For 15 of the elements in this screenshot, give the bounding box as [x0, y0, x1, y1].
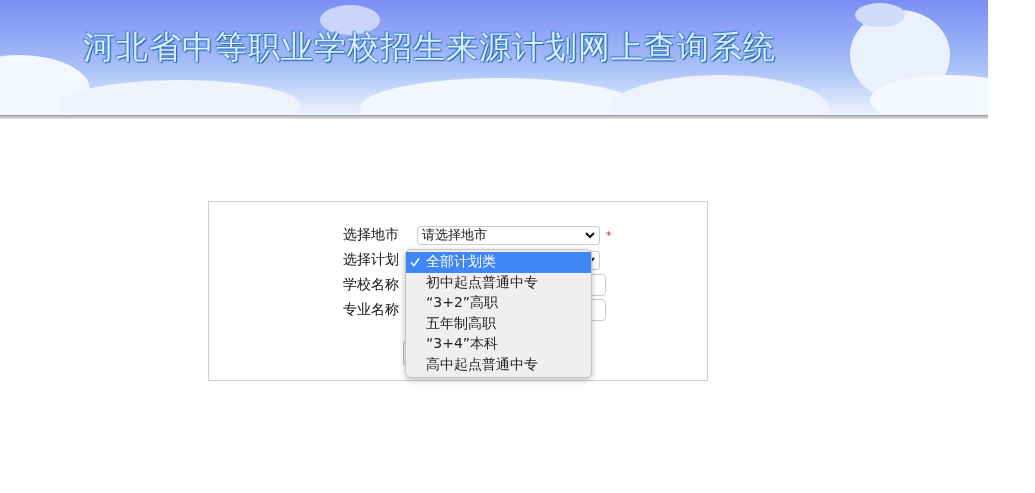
dropdown-option[interactable]: “3+2”高职	[406, 293, 591, 314]
field-label: 学校名称	[343, 276, 400, 294]
dropdown-option[interactable]: 五年制高职	[406, 313, 591, 334]
dropdown-option[interactable]: 全部计划类	[406, 252, 591, 273]
required-marker: *	[606, 228, 612, 242]
field-label: 专业名称	[343, 301, 400, 319]
field-label: 选择计划	[343, 251, 400, 269]
site-title: 河北省中等职业学校招生来源计划网上查询系统	[83, 27, 776, 68]
dropdown-option[interactable]: 初中起点普通中专	[406, 272, 591, 293]
chevron-down-icon	[585, 231, 595, 239]
field-label: 选择地市	[343, 226, 400, 244]
select-field[interactable]: 请选择地市	[417, 225, 600, 245]
check-icon	[410, 257, 420, 268]
dropdown-option[interactable]: 高中起点普通中专	[406, 354, 591, 375]
dropdown-option[interactable]: “3+4”本科	[406, 334, 591, 355]
